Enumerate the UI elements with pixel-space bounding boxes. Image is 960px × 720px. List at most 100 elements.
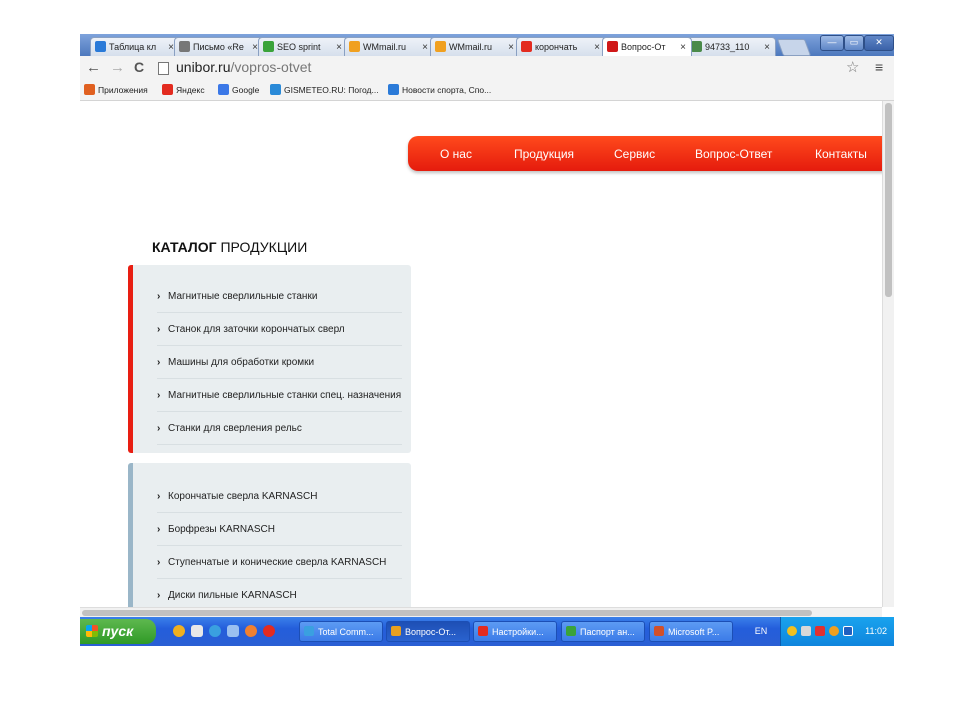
new-tab-button[interactable]: [776, 39, 812, 56]
taskbar-button[interactable]: Total Comm...: [299, 621, 383, 642]
tab-close-icon[interactable]: ×: [422, 38, 428, 56]
browser-tab[interactable]: Таблица кл ×: [90, 37, 180, 56]
catalog-title-bold: КАТАЛОГ: [152, 239, 217, 255]
tab-label: WMmail.ru: [363, 42, 406, 52]
tab-close-icon[interactable]: ×: [508, 38, 514, 56]
tray-icon-1[interactable]: [787, 626, 797, 636]
url-text[interactable]: unibor.ru/vopros-otvet: [176, 59, 311, 75]
google-icon: [218, 84, 229, 95]
windows-flag-icon: [86, 625, 98, 637]
vertical-scroll-thumb[interactable]: [885, 103, 892, 297]
tab-close-icon[interactable]: ×: [764, 38, 770, 56]
site-nav-item[interactable]: Контакты: [815, 147, 867, 161]
horizontal-scroll-thumb[interactable]: [82, 610, 812, 616]
quicklaunch-window-icon[interactable]: [227, 625, 239, 637]
minimize-button[interactable]: —: [820, 35, 844, 51]
tab-label: 94733_110: [705, 42, 750, 52]
tab-close-icon[interactable]: ×: [594, 38, 600, 56]
tray-icon-network[interactable]: [815, 626, 825, 636]
seo-sprint-icon: [263, 41, 274, 52]
catalog-title: КАТАЛОГ ПРОДУКЦИИ: [152, 239, 307, 255]
bookmark-item[interactable]: GISMETEO.RU: Погод...: [270, 84, 379, 95]
tab-label: Вопрос-От: [621, 42, 666, 52]
catalog-item-label: Ступенчатые и конические сверла KARNASCH: [168, 557, 387, 568]
bookmark-item[interactable]: Яндекс: [162, 84, 205, 95]
tab-close-icon[interactable]: ×: [336, 38, 342, 56]
unibor-icon: [607, 41, 618, 52]
catalog-item[interactable]: › Станок для заточки корончатых сверл: [157, 314, 402, 346]
taskbar-button[interactable]: Microsoft P...: [649, 621, 733, 642]
menu-icon[interactable]: ≡: [875, 59, 883, 75]
clock: 11:02: [865, 626, 887, 636]
catalog-item[interactable]: › Магнитные сверлильные станки: [157, 281, 402, 313]
site-nav-item[interactable]: О нас: [440, 147, 472, 161]
site-nav-item[interactable]: Продукция: [514, 147, 574, 161]
taskbar: пуск Total Comm... Вопрос-От... Настройки.…: [80, 617, 894, 646]
taskbar-button[interactable]: Вопрос-От...: [386, 621, 470, 642]
bookmark-item[interactable]: Новости спорта, Спо...: [388, 84, 491, 95]
quicklaunch-yandex-icon[interactable]: [263, 625, 275, 637]
catalog-item-label: Магнитные сверлильные станки: [168, 291, 318, 302]
catalog-item[interactable]: › Станки для сверления рельс: [157, 413, 402, 445]
browser-tab[interactable]: корончать ×: [516, 37, 606, 56]
browser-tab[interactable]: SEO sprint ×: [258, 37, 348, 56]
quicklaunch-browser-icon[interactable]: [209, 625, 221, 637]
page-viewport: О нас Продукция Сервис Вопрос-Ответ Контакты…: [80, 101, 882, 607]
bookmark-label: Приложения: [98, 85, 148, 95]
language-indicator[interactable]: EN: [746, 621, 776, 642]
site-nav-item[interactable]: Вопрос-Ответ: [695, 147, 772, 161]
chevron-right-icon: ›: [157, 324, 161, 335]
catalog-item[interactable]: › Машины для обработки кромки: [157, 347, 402, 379]
bookmark-item[interactable]: Приложения: [84, 84, 148, 95]
catalog-item-label: Машины для обработки кромки: [168, 357, 315, 368]
bookmark-item[interactable]: Google: [218, 84, 259, 95]
maximize-button[interactable]: ▭: [844, 35, 864, 51]
tab-label: WMmail.ru: [449, 42, 492, 52]
catalog-item[interactable]: › Диски пильные KARNASCH: [157, 580, 402, 607]
taskbar-button[interactable]: Паспорт ан...: [561, 621, 645, 642]
catalog-item-label: Станки для сверления рельс: [168, 423, 302, 434]
start-button[interactable]: пуск: [80, 619, 156, 644]
system-tray: 11:02: [780, 617, 894, 646]
reload-button[interactable]: C: [134, 59, 144, 75]
chevron-right-icon: ›: [157, 491, 161, 502]
catalog-group-karnasch: › Корончатые сверла KARNASCH › Борфрезы KAR…: [128, 463, 411, 607]
catalog-item[interactable]: › Борфрезы KARNASCH: [157, 514, 402, 546]
browser-tab[interactable]: 94733_110 ×: [686, 37, 776, 56]
browser-tab[interactable]: WMmail.ru ×: [430, 37, 520, 56]
chrome-icon: [391, 626, 401, 636]
chevron-right-icon: ›: [157, 357, 161, 368]
chevron-right-icon: ›: [157, 291, 161, 302]
volume-icon[interactable]: [801, 626, 811, 636]
sb-icon: [95, 41, 106, 52]
taskbar-button[interactable]: Настройки...: [473, 621, 557, 642]
catalog-item[interactable]: › Магнитные сверлильные станки спец. назн…: [157, 380, 402, 412]
tab-close-icon[interactable]: ×: [680, 38, 686, 56]
screen: Таблица кл × Письмо «Re × SEO sprint × WMmail.…: [80, 34, 894, 646]
start-label: пуск: [102, 623, 134, 639]
catalog-item[interactable]: › Корончатые сверла KARNASCH: [157, 481, 402, 513]
powerpoint-icon: [654, 626, 664, 636]
close-window-button[interactable]: ✕: [864, 35, 894, 51]
forward-button[interactable]: →: [110, 59, 125, 76]
browser-tab[interactable]: Вопрос-От ×: [602, 37, 692, 56]
bookmarks-bar: Приложения Яндекс Google GISMETEO.RU: Погод…: [80, 80, 894, 101]
wmmail-icon: [435, 41, 446, 52]
browser-tab[interactable]: Письмо «Re ×: [174, 37, 264, 56]
quicklaunch-ie-icon[interactable]: [173, 625, 185, 637]
address-bar[interactable]: unibor.ru/vopros-otvet: [158, 58, 858, 78]
catalog-item[interactable]: › Ступенчатые и конические сверла KARNASC…: [157, 547, 402, 579]
chevron-right-icon: ›: [157, 390, 161, 401]
catalog-item-label: Корончатые сверла KARNASCH: [168, 491, 318, 502]
taskbar-button-label: Total Comm...: [318, 627, 374, 637]
quicklaunch-chrome-icon[interactable]: [245, 625, 257, 637]
browser-tab[interactable]: WMmail.ru ×: [344, 37, 434, 56]
bookmark-star-icon[interactable]: ☆: [846, 58, 859, 76]
tray-icon-5[interactable]: [843, 626, 853, 636]
back-button[interactable]: ←: [86, 59, 101, 76]
site-nav-item[interactable]: Сервис: [614, 147, 655, 161]
vertical-scrollbar[interactable]: [882, 101, 894, 607]
tray-icon-4[interactable]: [829, 626, 839, 636]
chevron-right-icon: ›: [157, 524, 161, 535]
quicklaunch-desktop-icon[interactable]: [191, 625, 203, 637]
